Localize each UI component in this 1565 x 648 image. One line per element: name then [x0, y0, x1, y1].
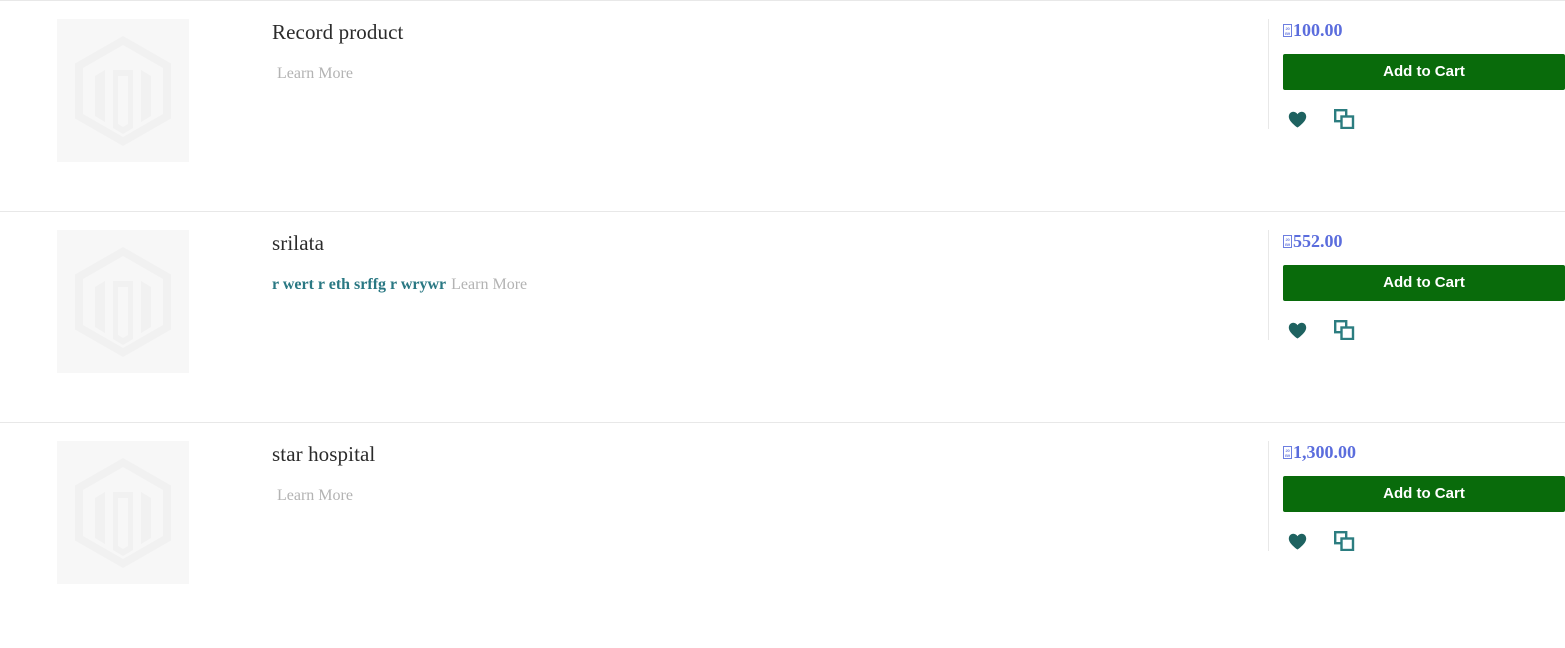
product-actions: 20 B9 1,300.00 Add to Cart: [1268, 441, 1565, 552]
magento-placeholder-logo-icon: [75, 457, 171, 568]
product-description: Learn More: [272, 485, 1244, 507]
rupee-currency-missing-glyph-icon: 20 B9: [1283, 235, 1292, 248]
add-to-wishlist-button[interactable]: [1288, 111, 1307, 128]
add-to-cart-button[interactable]: Add to Cart: [1283, 476, 1565, 512]
learn-more-link[interactable]: Learn More: [277, 65, 353, 82]
product-list-item: srilata r wert r eth srffg r wrywr Learn …: [0, 212, 1565, 422]
learn-more-link[interactable]: Learn More: [277, 487, 353, 504]
product-name-link[interactable]: srilata: [272, 231, 324, 255]
product-description-text: r wert r eth srffg r wrywr: [272, 276, 447, 293]
product-photo[interactable]: [57, 19, 189, 162]
product-description: r wert r eth srffg r wrywr Learn More: [272, 274, 1244, 296]
rupee-currency-missing-glyph-icon: 20 B9: [1283, 446, 1292, 459]
compare-icon: [1334, 109, 1355, 130]
add-to-wishlist-button[interactable]: [1288, 533, 1307, 550]
product-image-placeholder[interactable]: [57, 230, 189, 373]
add-to-cart-button[interactable]: Add to Cart: [1283, 265, 1565, 301]
add-to-cart-button[interactable]: Add to Cart: [1283, 54, 1565, 90]
product-name-link[interactable]: Record product: [272, 20, 403, 44]
add-to-compare-button[interactable]: [1334, 531, 1355, 552]
price-amount: 1,300.00: [1293, 442, 1356, 462]
product-price: 20 B9 100.00: [1283, 19, 1565, 41]
product-details: Record product Learn More: [272, 19, 1268, 85]
product-actions: 20 B9 552.00 Add to Cart: [1268, 230, 1565, 341]
product-details: srilata r wert r eth srffg r wrywr Learn …: [272, 230, 1268, 296]
product-actions: 20 B9 100.00 Add to Cart: [1268, 19, 1565, 130]
heart-icon: [1288, 533, 1307, 549]
compare-icon: [1334, 531, 1355, 552]
heart-icon: [1288, 322, 1307, 338]
secondary-actions: [1283, 109, 1565, 130]
product-price: 20 B9 1,300.00: [1283, 441, 1565, 463]
heart-icon: [1288, 111, 1307, 127]
add-to-compare-button[interactable]: [1334, 320, 1355, 341]
product-image-placeholder[interactable]: [57, 19, 189, 162]
learn-more-link[interactable]: Learn More: [451, 276, 527, 293]
product-photo[interactable]: [57, 441, 189, 584]
product-details: star hospital Learn More: [272, 441, 1268, 507]
product-photo[interactable]: [57, 230, 189, 373]
magento-placeholder-logo-icon: [75, 246, 171, 357]
product-name-link[interactable]: star hospital: [272, 442, 375, 466]
secondary-actions: [1283, 531, 1565, 552]
magento-placeholder-logo-icon: [75, 35, 171, 146]
product-list-item: Record product Learn More 20 B9 100.00 Ad…: [0, 1, 1565, 211]
add-to-compare-button[interactable]: [1334, 109, 1355, 130]
product-price: 20 B9 552.00: [1283, 230, 1565, 252]
add-to-wishlist-button[interactable]: [1288, 322, 1307, 339]
rupee-currency-missing-glyph-icon: 20 B9: [1283, 24, 1292, 37]
secondary-actions: [1283, 320, 1565, 341]
product-list-item: star hospital Learn More 20 B9 1,300.00 A…: [0, 423, 1565, 633]
price-amount: 552.00: [1293, 231, 1343, 251]
price-amount: 100.00: [1293, 20, 1343, 40]
product-description: Learn More: [272, 63, 1244, 85]
compare-icon: [1334, 320, 1355, 341]
product-list: Record product Learn More 20 B9 100.00 Ad…: [0, 0, 1565, 633]
product-image-placeholder[interactable]: [57, 441, 189, 584]
